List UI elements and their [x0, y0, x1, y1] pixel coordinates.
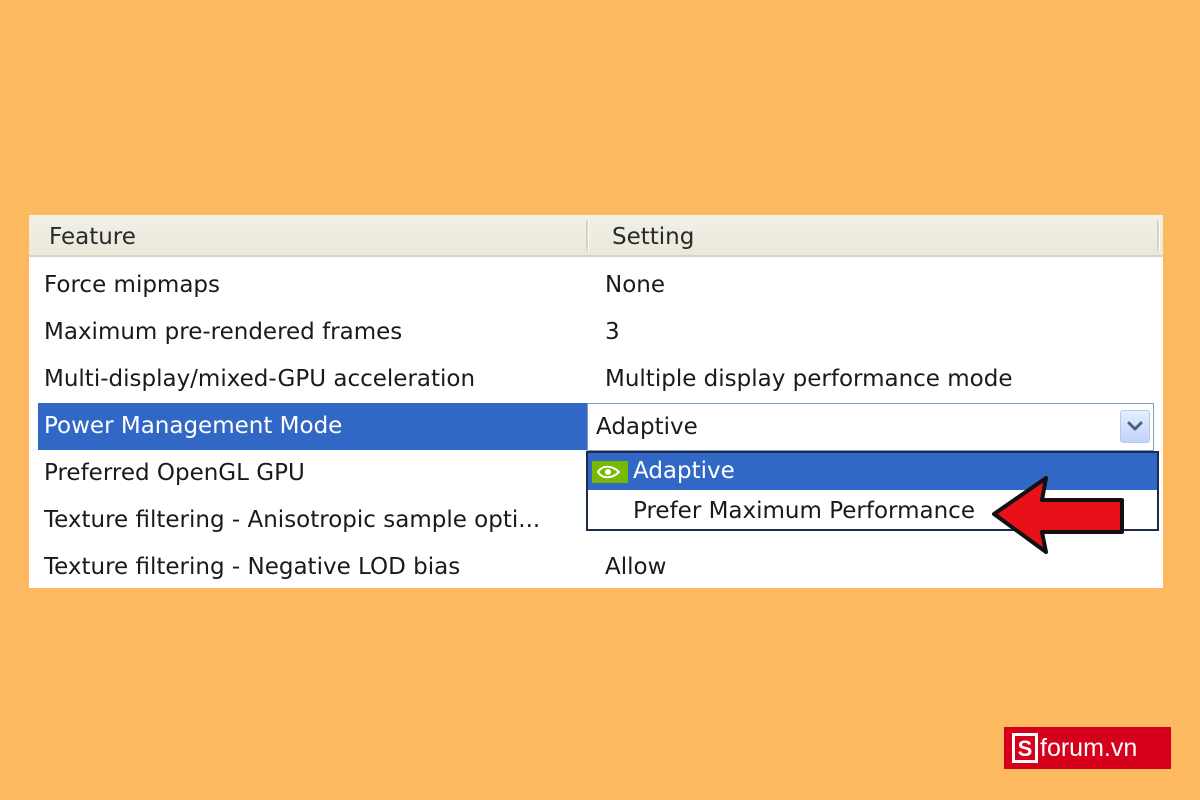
- setting-column-header[interactable]: Setting: [612, 215, 694, 255]
- option-label: Adaptive: [633, 458, 735, 484]
- sforum-s-letter: S: [1018, 736, 1033, 761]
- table-row[interactable]: Force mipmaps None: [29, 262, 1163, 309]
- nvidia-icon: [592, 461, 628, 483]
- feature-name: Texture filtering - Anisotropic sample o…: [44, 507, 541, 533]
- feature-name: Maximum pre-rendered frames: [44, 319, 403, 345]
- option-label: Prefer Maximum Performance: [633, 498, 975, 524]
- feature-name: Multi-display/mixed-GPU acceleration: [44, 366, 476, 392]
- sforum-logo: S forum.vn: [1004, 727, 1171, 769]
- setting-value: None: [605, 272, 666, 298]
- select-value: Adaptive: [596, 414, 698, 440]
- table-header: Feature Setting: [29, 215, 1163, 257]
- setting-value: 3: [605, 319, 620, 345]
- feature-name: Texture filtering - Negative LOD bias: [44, 554, 461, 580]
- setting-value: Allow: [605, 554, 667, 580]
- sforum-s-icon: S: [1012, 733, 1038, 763]
- feature-name: Power Management Mode: [44, 413, 343, 439]
- table-row[interactable]: Multi-display/mixed-GPU acceleration Mul…: [29, 356, 1163, 403]
- column-divider: [1157, 221, 1160, 251]
- table-row[interactable]: Maximum pre-rendered frames 3: [29, 309, 1163, 356]
- feature-name: Force mipmaps: [44, 272, 221, 298]
- power-management-select[interactable]: Adaptive: [587, 403, 1154, 451]
- setting-value: Multiple display performance mode: [605, 366, 1013, 392]
- red-arrow-icon: [992, 476, 1124, 554]
- feature-name: Preferred OpenGL GPU: [44, 460, 305, 486]
- dropdown-button[interactable]: [1120, 410, 1150, 443]
- chevron-down-icon: [1127, 421, 1143, 431]
- column-divider[interactable]: [586, 221, 589, 251]
- feature-column-header[interactable]: Feature: [49, 215, 136, 255]
- sforum-logo-text: forum.vn: [1040, 734, 1138, 762]
